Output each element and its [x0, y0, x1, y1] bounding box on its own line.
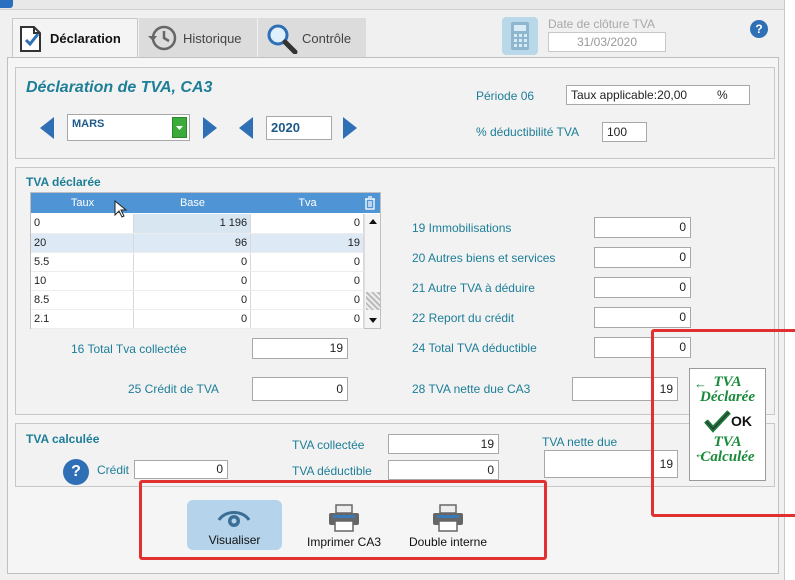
- help-icon[interactable]: ?: [750, 20, 768, 38]
- closing-date-label: Date de clôture TVA: [548, 17, 655, 31]
- line-22-field[interactable]: 0: [594, 307, 691, 328]
- declared-table-header: Taux Base Tva: [31, 193, 380, 218]
- tab-declaration[interactable]: Déclaration: [12, 18, 138, 58]
- help-circle-icon[interactable]: ?: [63, 459, 89, 485]
- calc-collected-field[interactable]: 19: [388, 434, 499, 454]
- tab-declaration-label: Déclaration: [50, 31, 121, 46]
- calculated-title: TVA calculée: [26, 432, 100, 446]
- total-collected-field[interactable]: 19: [252, 338, 348, 359]
- calc-credit-label: Crédit: [97, 463, 130, 477]
- col-base-header[interactable]: Base: [134, 197, 251, 209]
- cell-taux: 2.1: [31, 309, 135, 329]
- total-collected-label: 16 Total Tva collectée: [71, 342, 187, 356]
- rate-unit: %: [717, 88, 728, 102]
- imprimer-ca3-button[interactable]: Imprimer CA3: [296, 500, 392, 550]
- credit-tva-field[interactable]: 0: [252, 377, 348, 401]
- calc-deductible-label: TVA déductible: [292, 464, 372, 478]
- cell-base: 0: [133, 290, 252, 310]
- line-21-label: 21 Autre TVA à déduire: [412, 281, 535, 295]
- prev-month-arrow-icon[interactable]: [40, 117, 54, 139]
- trash-icon[interactable]: [364, 196, 376, 210]
- cell-taux: 20: [31, 233, 135, 253]
- history-clock-icon: [148, 25, 177, 51]
- rate-field[interactable]: Taux applicable:20,00 %: [566, 85, 750, 105]
- cell-base: 0: [133, 309, 252, 329]
- table-row[interactable]: 0 1 196 0: [31, 214, 364, 234]
- next-year-arrow-icon[interactable]: [343, 117, 357, 139]
- highlight-box-transfer: [651, 329, 795, 517]
- cell-base: 0: [133, 271, 252, 291]
- chevron-down-icon[interactable]: [172, 117, 187, 138]
- cell-taux: 5.5: [31, 252, 135, 272]
- cell-taux: 0: [31, 214, 135, 234]
- table-row[interactable]: 8.5 0 0: [31, 290, 364, 310]
- line-19-label: 19 Immobilisations: [412, 221, 512, 235]
- double-interne-label: Double interne: [408, 535, 488, 549]
- closing-date-field[interactable]: 31/03/2020: [548, 32, 666, 52]
- col-tva-header[interactable]: Tva: [251, 197, 364, 209]
- line-22-label: 22 Report du crédit: [412, 311, 515, 325]
- window-corner-icon: [0, 0, 13, 8]
- page-title: Déclaration de TVA, CA3: [26, 79, 213, 96]
- calc-deductible-field[interactable]: 0: [388, 460, 499, 480]
- cell-tva: 0: [250, 290, 364, 310]
- table-row[interactable]: 10 0 0: [31, 271, 364, 291]
- deductibility-field[interactable]: 100: [602, 122, 647, 142]
- declared-table[interactable]: Taux Base Tva 0 1 196 0 20 96 19 5.5 0 0…: [30, 192, 381, 329]
- year-field[interactable]: 2020: [266, 116, 332, 140]
- cell-tva: 0: [250, 309, 364, 329]
- table-scrollbar[interactable]: [364, 214, 380, 328]
- document-icon: [20, 25, 41, 52]
- scroll-up-icon[interactable]: [365, 217, 381, 227]
- cell-tva: 19: [250, 233, 364, 253]
- printer-icon: [329, 504, 359, 532]
- scroll-down-icon[interactable]: [365, 315, 381, 325]
- line-28-label: 28 TVA nette due CA3: [412, 382, 531, 396]
- eye-icon: [217, 511, 251, 527]
- tab-historique[interactable]: Historique: [139, 18, 257, 58]
- cell-base: 96: [133, 233, 252, 253]
- credit-tva-label: 25 Crédit de TVA: [128, 382, 219, 396]
- line-20-label: 20 Autres biens et services: [412, 251, 556, 265]
- line-24-label: 24 Total TVA déductible: [412, 341, 537, 355]
- cell-tva: 0: [250, 271, 364, 291]
- search-magnifier-icon: [267, 24, 298, 54]
- period-label: Période 06: [476, 89, 535, 103]
- cell-base: 0: [133, 252, 252, 272]
- line-20-field[interactable]: 0: [594, 247, 691, 268]
- table-row[interactable]: 20 96 19: [31, 233, 364, 253]
- double-interne-button[interactable]: Double interne: [398, 500, 498, 550]
- prev-year-arrow-icon[interactable]: [239, 117, 253, 139]
- calc-credit-field[interactable]: 0: [134, 460, 228, 479]
- cell-tva: 0: [250, 214, 364, 234]
- table-row[interactable]: 2.1 0 0: [31, 309, 364, 329]
- table-row[interactable]: 5.5 0 0: [31, 252, 364, 272]
- visualiser-label: Visualiser: [208, 533, 261, 547]
- rate-label: Taux applicable:: [571, 88, 658, 102]
- imprimer-ca3-label: Imprimer CA3: [306, 535, 381, 549]
- calculator-icon[interactable]: [502, 17, 538, 55]
- printer-icon: [433, 504, 463, 532]
- visualiser-button[interactable]: Visualiser: [187, 500, 282, 550]
- window-top-strip: [0, 0, 795, 10]
- line-19-field[interactable]: 0: [594, 217, 691, 238]
- scroll-thumb[interactable]: [366, 292, 380, 310]
- declared-title: TVA déclarée: [26, 175, 101, 189]
- cell-base: 1 196: [133, 214, 252, 234]
- next-month-arrow-icon[interactable]: [203, 117, 217, 139]
- tab-controle-label: Contrôle: [302, 30, 352, 46]
- cell-tva: 0: [250, 252, 364, 272]
- tab-historique-label: Historique: [183, 30, 242, 46]
- calc-collected-label: TVA collectée: [292, 438, 365, 452]
- rate-value: 20,00: [657, 88, 688, 102]
- tab-controle[interactable]: Contrôle: [258, 18, 366, 58]
- cell-taux: 10: [31, 271, 135, 291]
- deductibility-label: % déductibilité TVA: [476, 125, 579, 139]
- month-select[interactable]: MARS: [67, 114, 190, 141]
- line-21-field[interactable]: 0: [594, 277, 691, 298]
- month-value: MARS: [72, 118, 105, 130]
- calc-net-label: TVA nette due: [542, 435, 618, 449]
- cell-taux: 8.5: [31, 290, 135, 310]
